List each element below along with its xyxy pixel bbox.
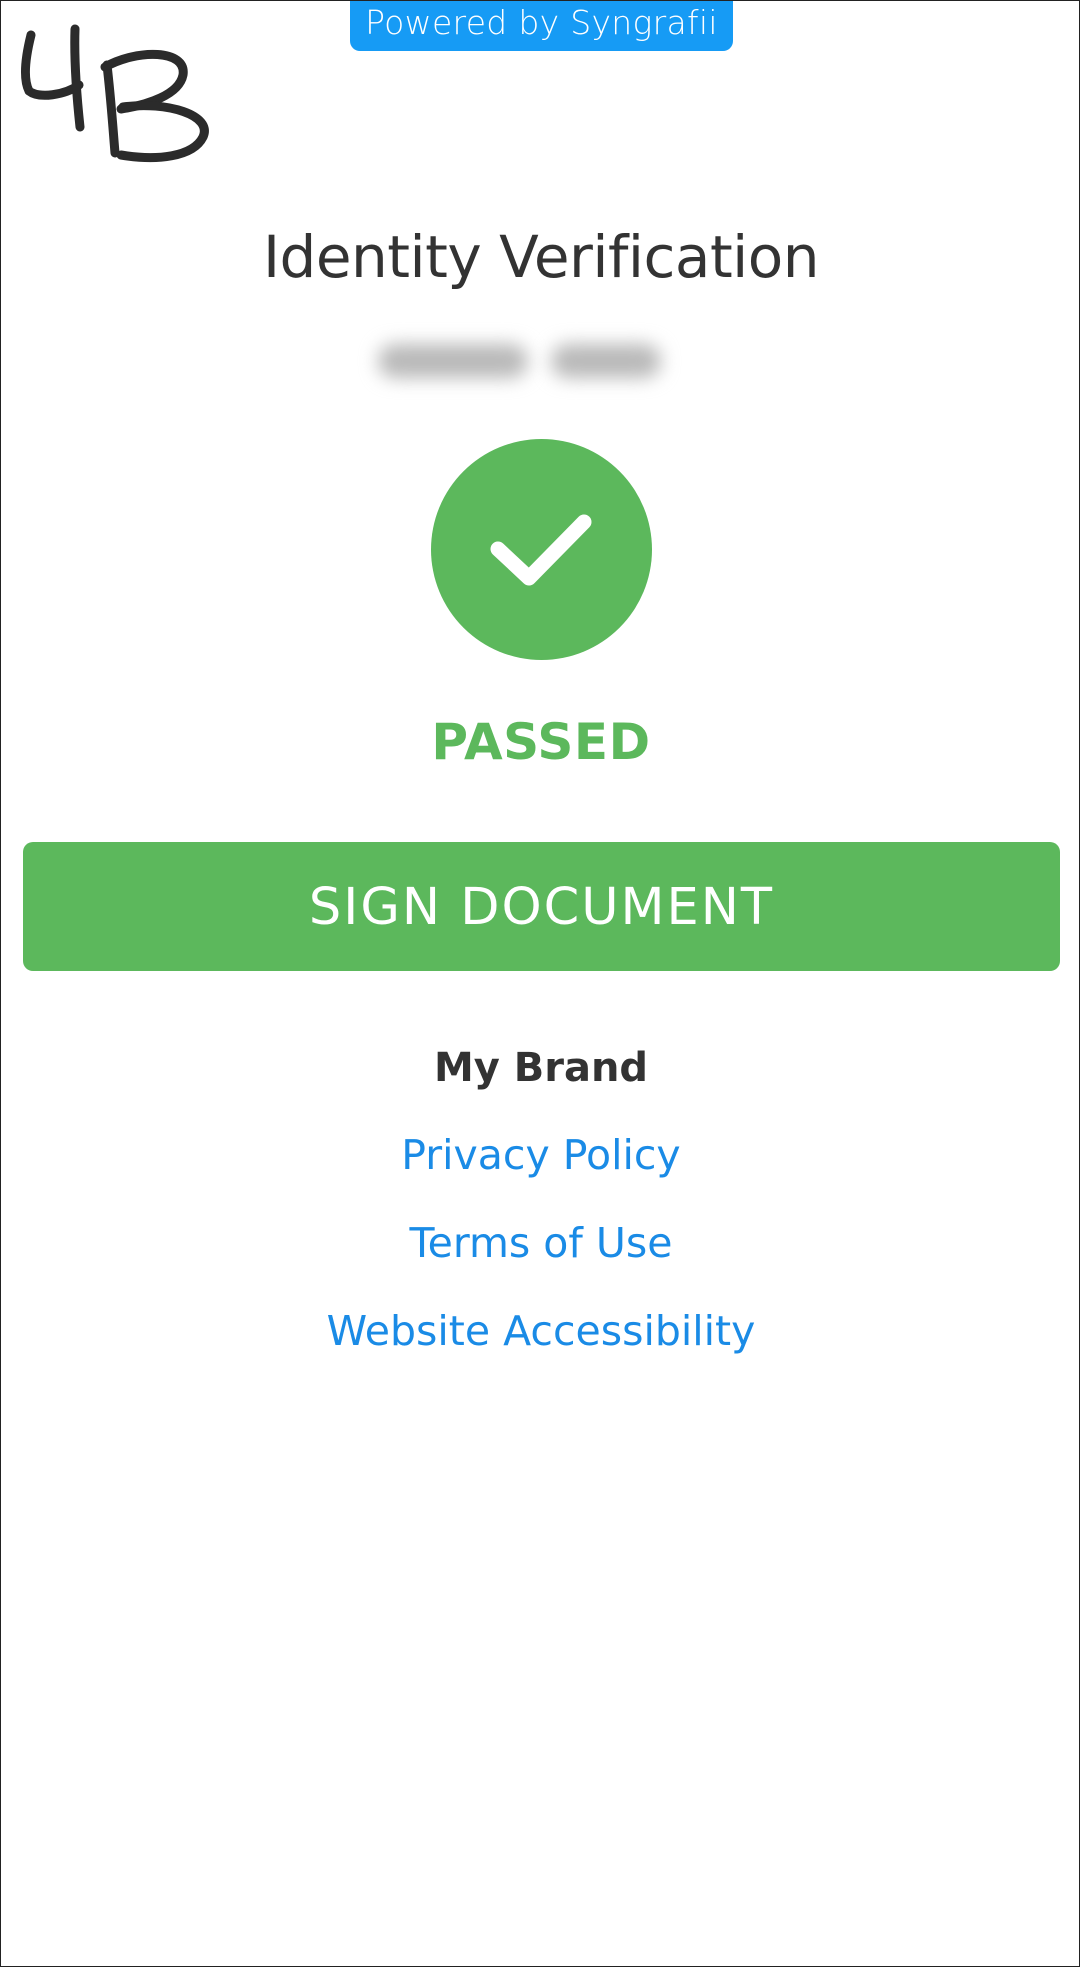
page-title: Identity Verification <box>262 223 820 291</box>
brand-name: My Brand <box>433 1045 649 1091</box>
terms-of-use-link[interactable]: Terms of Use <box>1 1219 1080 1267</box>
verification-status-circle <box>431 439 652 660</box>
redacted-user-name <box>366 336 716 386</box>
sign-document-button[interactable]: SIGN DOCUMENT <box>23 842 1060 971</box>
website-accessibility-link[interactable]: Website Accessibility <box>1 1307 1080 1355</box>
privacy-policy-link[interactable]: Privacy Policy <box>1 1131 1080 1179</box>
powered-by-text: Powered by Syngrafii <box>365 3 718 42</box>
handwritten-mark <box>17 19 217 169</box>
check-icon <box>431 439 652 660</box>
powered-by-banner[interactable]: Powered by Syngrafii <box>350 1 733 51</box>
verification-status-text: PASSED <box>431 713 651 771</box>
page-frame: Powered by Syngrafii Identity Verificati… <box>0 0 1080 1967</box>
